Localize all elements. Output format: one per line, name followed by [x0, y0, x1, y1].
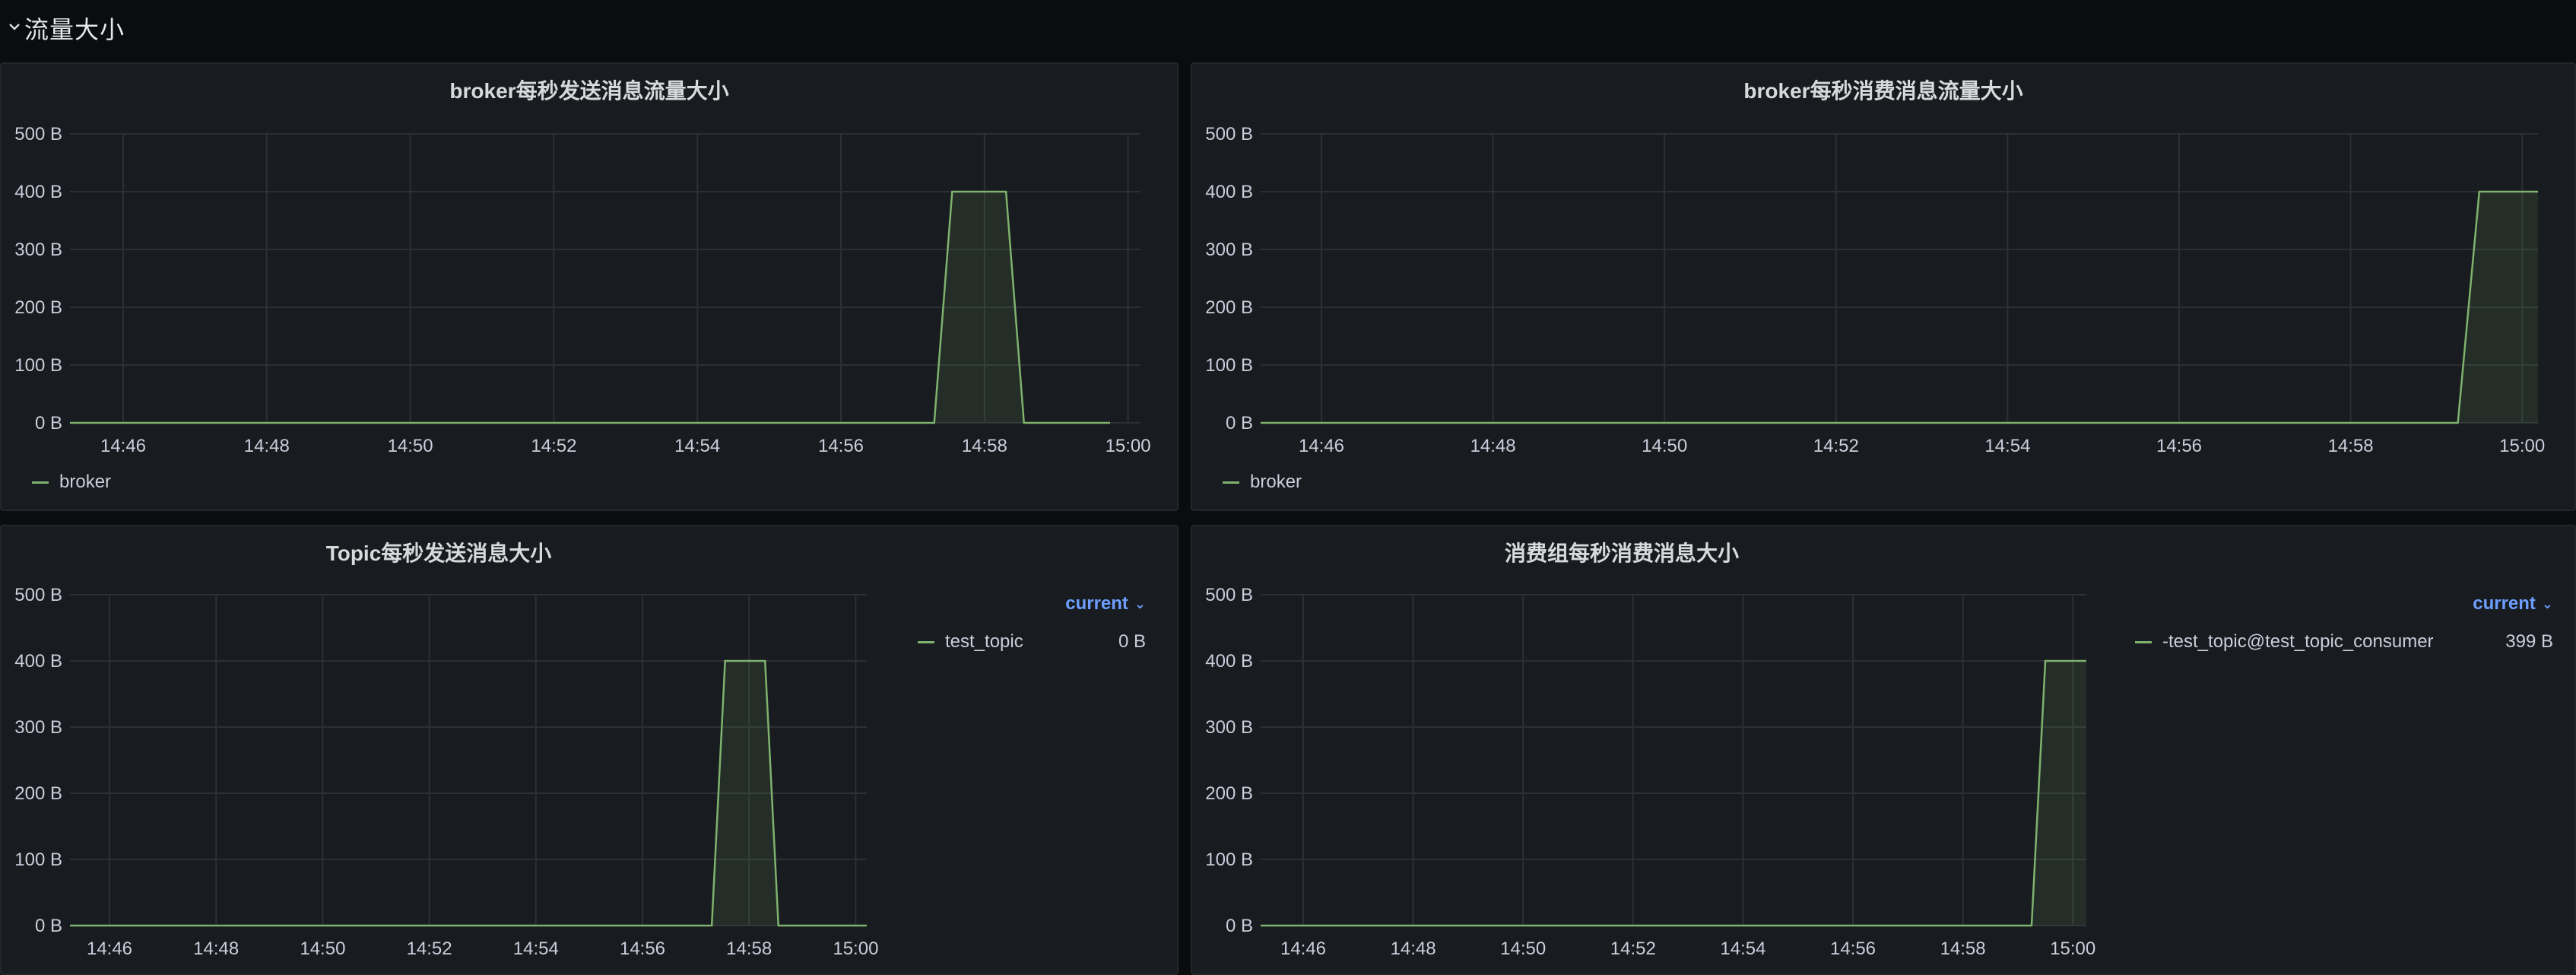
legend-sort-current[interactable]: current ⌄ — [2135, 593, 2553, 615]
x-tick-label: 14:56 — [2156, 436, 2202, 456]
chevron-down-icon: ⌄ — [1134, 595, 1146, 611]
x-tick-label: 15:00 — [2499, 436, 2545, 456]
y-tick-label: 300 B — [1205, 717, 1253, 738]
y-tick-label: 100 B — [14, 850, 62, 870]
legend-value: 399 B — [2505, 631, 2553, 652]
legend-table: current ⌄ -test_topic@test_topic_consume… — [2135, 593, 2553, 653]
legend-header-label: current — [1065, 593, 1128, 614]
y-tick-label: 100 B — [14, 355, 62, 376]
x-tick-label: 14:56 — [620, 938, 665, 959]
x-tick-label: 14:50 — [300, 938, 345, 959]
x-tick-label: 14:46 — [87, 938, 132, 959]
x-tick-label: 14:58 — [1940, 938, 1986, 959]
x-tick-label: 15:00 — [833, 938, 878, 959]
x-tick-label: 14:48 — [1391, 938, 1436, 959]
x-tick-label: 14:50 — [388, 436, 433, 456]
chart-broker-send[interactable]: 0 B 100 B 200 B 300 B 400 B 500 B 14:46 14:48 14… — [2, 64, 1177, 510]
y-tick-label: 400 B — [14, 182, 62, 202]
row-header[interactable]: 流量大小 — [0, 0, 2576, 55]
y-tick-label: 100 B — [1205, 850, 1253, 870]
legend-table: current ⌄ test_topic 0 B — [918, 593, 1146, 653]
legend-item[interactable]: broker — [1223, 472, 1302, 493]
x-tick-label: 14:52 — [407, 938, 452, 959]
y-tick-label: 400 B — [14, 651, 62, 672]
x-tick-label: 14:52 — [1610, 938, 1656, 959]
x-tick-label: 14:48 — [1470, 436, 1516, 456]
panel-broker-send[interactable]: broker每秒发送消息流量大小 0 B 100 B 200 B 300 B 400 B… — [0, 62, 1179, 511]
y-tick-label: 300 B — [14, 240, 62, 260]
x-tick-label: 14:56 — [1830, 938, 1876, 959]
y-tick-label: 200 B — [14, 297, 62, 318]
legend-label: broker — [1250, 472, 1302, 492]
x-tick-label: 14:46 — [1280, 938, 1326, 959]
y-tick-label: 0 B — [35, 413, 62, 434]
legend-label: test_topic — [945, 631, 1023, 652]
y-tick-label: 500 B — [1205, 124, 1253, 145]
x-tick-label: 14:52 — [531, 436, 576, 456]
x-tick-label: 14:54 — [674, 436, 720, 456]
row-title: 流量大小 — [24, 16, 125, 43]
x-tick-label: 14:48 — [193, 938, 239, 959]
legend-header-label: current — [2473, 593, 2536, 614]
y-tick-label: 400 B — [1205, 182, 1253, 202]
y-tick-label: 0 B — [1226, 413, 1253, 434]
x-tick-label: 14:54 — [1720, 938, 1765, 959]
y-tick-label: 500 B — [1205, 585, 1253, 605]
legend-row[interactable]: test_topic 0 B — [918, 631, 1146, 653]
legend-value: 0 B — [1118, 631, 1146, 652]
chevron-down-icon: ⌄ — [2541, 595, 2553, 611]
legend-item[interactable]: broker — [32, 472, 111, 493]
x-tick-label: 14:54 — [513, 938, 559, 959]
y-tick-label: 300 B — [1205, 240, 1253, 260]
chart-broker-consume[interactable]: 0 B 100 B 200 B 300 B 400 B 500 B 14:46 14:48 14… — [1192, 64, 2574, 510]
y-tick-label: 0 B — [35, 916, 62, 936]
x-tick-label: 14:58 — [962, 436, 1007, 456]
panel-topic-send[interactable]: Topic每秒发送消息大小 0 B 100 B 200 B 300 B 400 B 500… — [0, 525, 1179, 975]
y-tick-label: 0 B — [1226, 916, 1253, 936]
x-tick-label: 14:56 — [818, 436, 864, 456]
y-tick-label: 300 B — [14, 717, 62, 738]
x-tick-label: 14:52 — [1813, 436, 1859, 456]
panel-broker-consume[interactable]: broker每秒消费消息流量大小 0 B 100 B 200 B 300 B 400 B… — [1191, 62, 2576, 511]
legend-swatch — [918, 640, 934, 643]
x-tick-label: 15:00 — [2050, 938, 2095, 959]
y-tick-label: 500 B — [14, 124, 62, 145]
x-tick-label: 14:58 — [2328, 436, 2374, 456]
x-tick-label: 14:54 — [1984, 436, 2030, 456]
legend-sort-current[interactable]: current ⌄ — [918, 593, 1146, 615]
legend-swatch — [32, 481, 49, 484]
legend-row[interactable]: -test_topic@test_topic_consumer 399 B — [2135, 631, 2553, 653]
legend-label: -test_topic@test_topic_consumer — [2162, 631, 2434, 652]
y-tick-label: 200 B — [1205, 297, 1253, 318]
legend-label: broker — [59, 472, 112, 492]
y-tick-label: 100 B — [1205, 355, 1253, 376]
legend-swatch — [2135, 640, 2152, 643]
chevron-down-icon[interactable] — [6, 18, 23, 35]
x-tick-label: 14:50 — [1500, 938, 1546, 959]
panel-consumer-group[interactable]: 消费组每秒消费消息大小 0 B 100 B 200 B 300 B 400 B 500 B… — [1191, 525, 2576, 975]
x-tick-label: 14:46 — [100, 436, 146, 456]
y-tick-label: 400 B — [1205, 651, 1253, 672]
x-tick-label: 14:46 — [1299, 436, 1344, 456]
x-tick-label: 14:48 — [244, 436, 290, 456]
x-tick-label: 15:00 — [1106, 436, 1151, 456]
x-tick-label: 14:50 — [1642, 436, 1687, 456]
x-tick-label: 14:58 — [726, 938, 772, 959]
y-tick-label: 500 B — [14, 585, 62, 605]
y-tick-label: 200 B — [1205, 783, 1253, 804]
y-tick-label: 200 B — [14, 783, 62, 804]
legend-swatch — [1223, 481, 1239, 484]
